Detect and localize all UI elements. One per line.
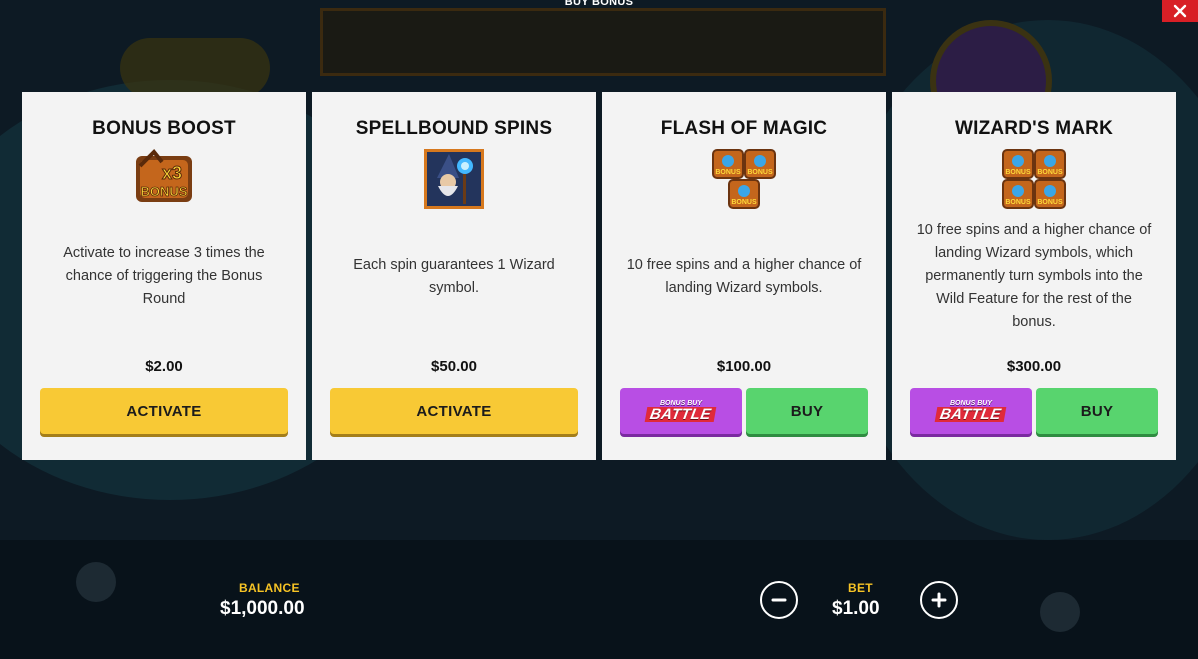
three-bonus-symbols-icon: BONUS BONUS BONUS	[711, 148, 777, 215]
increase-bet-button[interactable]	[920, 581, 958, 619]
page-title: BUY BONUS	[564, 0, 634, 8]
balance-label: BALANCE	[239, 581, 300, 595]
battle-logo-big-text: BATTLE	[645, 406, 717, 423]
minus-icon	[771, 598, 787, 602]
card-description: Each spin guarantees 1 Wizard symbol.	[353, 257, 555, 296]
activate-button[interactable]: ACTIVATE	[330, 388, 578, 434]
bonus-symbol-text: BONUS	[1005, 169, 1031, 176]
balance-value: $1,000.00	[220, 598, 305, 619]
bonus-buy-battle-logo: BONUS BUY BATTLE	[910, 400, 1032, 423]
activate-button[interactable]: ACTIVATE	[40, 388, 288, 434]
card-description: 10 free spins and a higher chance of lan…	[916, 222, 1152, 330]
bonus-buy-battle-button[interactable]: BONUS BUY BATTLE	[910, 388, 1032, 434]
bonus-buy-battle-button[interactable]: BONUS BUY BATTLE	[620, 388, 742, 434]
bonus-symbol-text: BONUS	[1037, 199, 1063, 206]
bonus-symbol-text: BONUS	[715, 169, 741, 176]
card-title: FLASH OF MAGIC	[660, 118, 828, 139]
battle-logo-big-text: BATTLE	[935, 406, 1007, 423]
background-autoplay-button	[1040, 592, 1080, 632]
bonus-text: BONUS	[141, 184, 188, 199]
bonus-card-flash-of-magic: FLASH OF MAGIC BONUS BONUS BONUS 10 free…	[602, 92, 886, 460]
background-info-button	[76, 562, 116, 602]
bet-label: BET	[848, 581, 873, 595]
bonus-options: BONUS BOOST x3 BONUS Activate to increas…	[22, 92, 1176, 460]
card-title: BONUS BOOST	[92, 118, 236, 139]
card-description: Activate to increase 3 times the chance …	[63, 245, 265, 307]
bonus-symbol-text: BONUS	[1005, 199, 1031, 206]
card-price: $50.00	[431, 358, 477, 375]
card-description: 10 free spins and a higher chance of lan…	[626, 257, 862, 296]
plus-icon	[931, 592, 947, 608]
bonus-symbol-text: BONUS	[731, 199, 757, 206]
wizard-icon	[423, 148, 485, 215]
bonus-card-wizards-mark: WIZARD'S MARK BONUS BONUS BONUS BONUS 10…	[892, 92, 1176, 460]
card-title: WIZARD'S MARK	[954, 118, 1114, 139]
background-footer-bar	[0, 540, 1198, 659]
decrease-bet-button[interactable]	[760, 581, 798, 619]
card-price: $300.00	[1006, 358, 1062, 375]
x3-bonus-icon: x3 BONUS	[132, 148, 196, 213]
bonus-symbol-text: BONUS	[747, 169, 773, 176]
bonus-card-spellbound-spins: SPELLBOUND SPINS Each spin guarantees 1 …	[312, 92, 596, 460]
x3-text: x3	[162, 163, 182, 183]
card-title: SPELLBOUND SPINS	[355, 118, 553, 139]
four-bonus-symbols-icon: BONUS BONUS BONUS BONUS	[1001, 148, 1067, 215]
bet-value: $1.00	[832, 598, 880, 619]
background-reel-strip	[320, 8, 886, 76]
close-button[interactable]	[1162, 0, 1198, 22]
bonus-symbol-text: BONUS	[1037, 169, 1063, 176]
bonus-buy-battle-logo: BONUS BUY BATTLE	[620, 400, 742, 423]
close-icon	[1173, 4, 1187, 18]
card-price: $2.00	[145, 358, 183, 375]
buy-button[interactable]: BUY	[1036, 388, 1158, 434]
bonus-card-bonus-boost: BONUS BOOST x3 BONUS Activate to increas…	[22, 92, 306, 460]
game-logo	[120, 38, 270, 98]
buy-button[interactable]: BUY	[746, 388, 868, 434]
card-price: $100.00	[716, 358, 772, 375]
